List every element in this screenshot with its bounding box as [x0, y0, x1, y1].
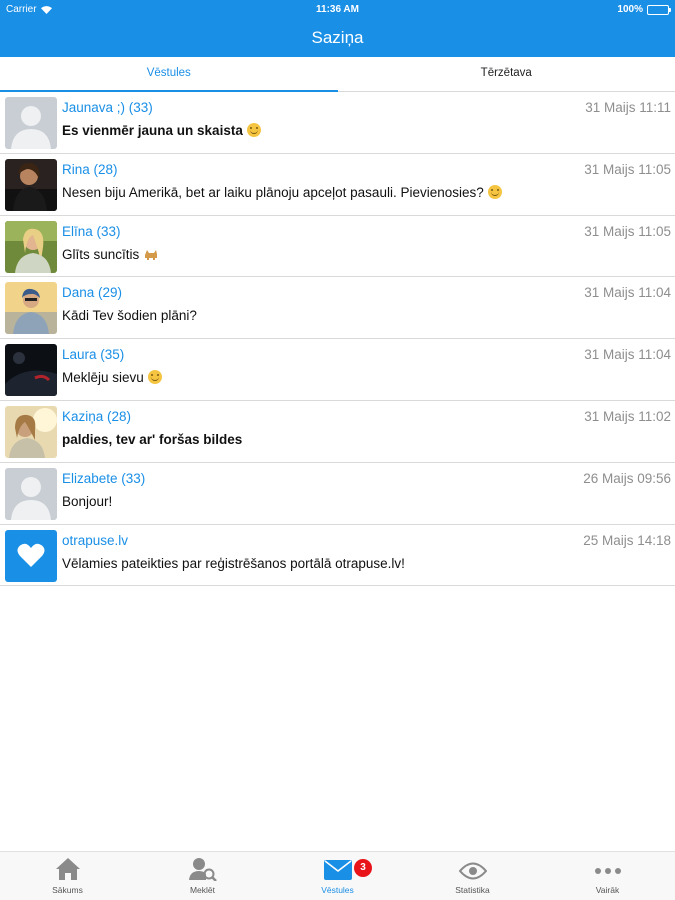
conversation-row[interactable]: otrapuse.lv 25 Maijs 14:18 Vēlamies pate… [0, 525, 675, 587]
message-text: Vēlamies pateikties par reģistrēšanos po… [62, 555, 405, 571]
user-photo [5, 220, 57, 273]
smile-emoji-icon [487, 184, 502, 199]
conversation-name: Laura (35) [62, 347, 125, 363]
dog-emoji-icon [145, 249, 158, 260]
tabbar-label: Statistika [455, 885, 490, 895]
conversation-message: Kādi Tev šodien plāni? [62, 308, 197, 323]
heart-icon [5, 529, 57, 582]
battery-percent: 100% [617, 4, 643, 15]
conversation-name: Kaziņa (28) [62, 408, 132, 424]
tabbar-item-meklet[interactable]: Meklēt [135, 852, 270, 900]
conversation-row[interactable]: Jaunava ;) (33) 31 Maijs 11:11 Es vienmē… [0, 92, 675, 154]
conversation-row[interactable]: Rina (28) 31 Maijs 11:05 Nesen biju Amer… [0, 154, 675, 216]
status-time: 11:36 AM [316, 4, 359, 15]
tabbar-item-statistika[interactable]: Statistika [405, 852, 540, 900]
conversation-message: Bonjour! [62, 494, 112, 509]
smile-emoji-icon [147, 370, 162, 385]
more-dots-icon [594, 868, 621, 874]
conversation-name: Jaunava ;) (33) [62, 100, 153, 115]
conversation-date: 31 Maijs 11:04 [584, 285, 671, 301]
unread-badge: 3 [354, 859, 372, 877]
page-title: Saziņa [311, 28, 364, 47]
conversation-date: 31 Maijs 11:11 [585, 100, 671, 115]
eye-icon [458, 862, 487, 880]
home-icon [55, 858, 80, 880]
bottom-tab-bar: Sākums Meklēt Vēstules 3 Statistika Vair… [0, 851, 675, 900]
message-text: Kādi Tev šodien plāni? [62, 308, 197, 324]
search-person-icon [188, 858, 217, 881]
app-header: Carrier 11:36 AM 100% Saziņa [0, 0, 675, 57]
conversation-message: Meklēju sievu [62, 370, 162, 385]
smile-emoji-icon [246, 123, 261, 137]
tabbar-item-sakums[interactable]: Sākums [0, 852, 135, 900]
conversation-list: Jaunava ;) (33) 31 Maijs 11:11 Es vienmē… [0, 92, 675, 587]
conversation-name: Elīna (33) [62, 223, 121, 239]
conversation-message: Glīts suncītis [62, 247, 159, 262]
placeholder-avatar-icon [5, 97, 57, 149]
tabbar-item-vestules[interactable]: Vēstules 3 [270, 852, 405, 900]
conversation-date: 31 Maijs 11:02 [584, 408, 671, 424]
tab-vestules[interactable]: Vēstules [0, 57, 338, 92]
conversation-row[interactable]: Kaziņa (28) 31 Maijs 11:02 paldies, tev … [0, 401, 675, 463]
placeholder-avatar-icon [5, 467, 57, 520]
conversation-name: Elizabete (33) [62, 470, 146, 486]
conversation-row[interactable]: Laura (35) 31 Maijs 11:04 Meklēju sievu [0, 339, 675, 401]
conversation-date: 31 Maijs 11:05 [584, 161, 671, 177]
conversation-message: Vēlamies pateikties par reģistrēšanos po… [62, 556, 405, 571]
conversation-name: Dana (29) [62, 285, 123, 301]
conversation-message: paldies, tev ar' foršas bildes [62, 432, 242, 447]
message-text: paldies, tev ar' foršas bildes [62, 431, 243, 447]
mail-icon [323, 860, 352, 880]
conversation-row[interactable]: Elīna (33) 31 Maijs 11:05 Glīts suncītis [0, 216, 675, 278]
message-text: Meklēju sievu [62, 370, 144, 386]
user-photo [5, 282, 57, 335]
conversation-name: otrapuse.lv [62, 532, 129, 548]
battery-info: 100% [617, 4, 671, 15]
user-photo [5, 158, 57, 211]
conversation-date: 26 Maijs 09:56 [583, 470, 671, 486]
tabbar-item-vairak[interactable]: Vairāk [540, 852, 675, 900]
conversation-name: Rina (28) [62, 161, 118, 177]
tabbar-label: Vairāk [595, 885, 620, 895]
tab-terzetava[interactable]: Tērzētava [338, 57, 675, 91]
message-text: Nesen biju Amerikā, bet ar laiku plānoju… [62, 184, 484, 200]
battery-icon [647, 4, 671, 15]
status-bar: Carrier 11:36 AM 100% [0, 0, 675, 20]
conversation-message: Es vienmēr jauna un skaista [62, 123, 261, 138]
tabbar-label: Meklēt [189, 885, 216, 895]
message-text: Bonjour! [62, 493, 113, 509]
user-photo [5, 405, 57, 458]
user-photo [5, 344, 57, 397]
segment-tabs: Vēstules Tērzētava [0, 57, 675, 92]
conversation-date: 31 Maijs 11:05 [584, 223, 671, 239]
conversation-row[interactable]: Dana (29) 31 Maijs 11:04 Kādi Tev šodien… [0, 277, 675, 340]
conversation-date: 25 Maijs 14:18 [583, 532, 671, 548]
tabbar-label: Vēstules [321, 885, 354, 895]
tabbar-label: Sākums [52, 885, 83, 895]
conversation-message: Nesen biju Amerikā, bet ar laiku plānoju… [62, 184, 502, 200]
conversation-row[interactable]: Elizabete (33) 26 Maijs 09:56 Bonjour! [0, 463, 675, 525]
message-text: Es vienmēr jauna un skaista [62, 123, 243, 138]
conversation-date: 31 Maijs 11:04 [584, 347, 671, 363]
message-text: Glīts suncītis [62, 246, 140, 262]
